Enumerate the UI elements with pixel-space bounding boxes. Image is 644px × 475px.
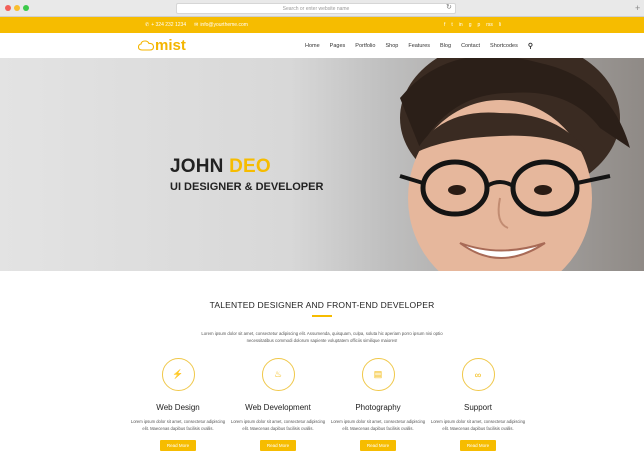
email-contact[interactable]: ✉ info@yourtheme.com (194, 22, 248, 28)
top-contact-bar: ✆ + 324 232 1234 ✉ info@yourtheme.com f … (0, 17, 644, 33)
read-more-button[interactable]: Read More (460, 440, 496, 451)
title-underline (312, 315, 332, 317)
nav-item-blog[interactable]: Blog (440, 43, 451, 49)
portrait-image (399, 58, 630, 271)
rocket-icon: ⚡ (161, 358, 195, 391)
section-description: Lorem ipsum dolor sit amet, consectetur … (201, 331, 443, 343)
service-card-web-design: ⚡ Web Design Lorem ipsum dolor sit amet,… (128, 358, 228, 451)
pinterest-icon[interactable]: p (477, 22, 480, 28)
service-title: Support (463, 403, 493, 412)
address-bar[interactable]: Search or enter website name (176, 3, 456, 14)
cloud-icon (138, 40, 154, 51)
hero-last-name: DEO (229, 156, 271, 177)
nav-item-features[interactable]: Features (408, 43, 430, 49)
fire-icon: ♨ (261, 358, 295, 391)
main-navigation: mist Home Pages Portfolio Shop Features … (0, 33, 644, 58)
contact-info: ✆ + 324 232 1234 ✉ info@yourtheme.com (145, 17, 248, 33)
intro-section: TALENTED DESIGNER AND FRONT-END DEVELOPE… (0, 271, 644, 475)
service-description: Lorem ipsum dolor sit amet, consectetur … (230, 419, 326, 431)
phone-icon: ✆ (145, 22, 150, 28)
maximize-window-button[interactable] (23, 5, 29, 11)
service-title: Web Development (245, 403, 311, 412)
hero-name: JOHN DEO (170, 156, 271, 178)
nav-item-shop[interactable]: Shop (385, 43, 398, 49)
service-card-support: ∞ Support Lorem ipsum dolor sit amet, co… (428, 358, 528, 451)
social-extra-icon[interactable]: li (499, 22, 501, 28)
reload-icon[interactable]: ↻ (446, 2, 452, 14)
envelope-icon: ✉ (194, 22, 199, 28)
site-logo[interactable]: mist (138, 37, 186, 54)
window-controls (5, 5, 29, 11)
hero-first-name: JOHN (170, 156, 224, 177)
service-description: Lorem ipsum dolor sit amet, consectetur … (430, 419, 526, 431)
minimize-window-button[interactable] (14, 5, 20, 11)
chat-icon: ▤ (361, 358, 395, 391)
nav-item-shortcodes[interactable]: Shortcodes (490, 43, 518, 49)
service-card-photography: ▤ Photography Lorem ipsum dolor sit amet… (328, 358, 428, 451)
service-description: Lorem ipsum dolor sit amet, consectetur … (330, 419, 426, 431)
section-title: TALENTED DESIGNER AND FRONT-END DEVELOPE… (209, 300, 435, 310)
facebook-icon[interactable]: f (444, 22, 445, 28)
nav-item-contact[interactable]: Contact (461, 43, 480, 49)
email-address[interactable]: info@yourtheme.com (200, 22, 248, 28)
nav-menu: Home Pages Portfolio Shop Features Blog … (305, 33, 533, 58)
service-title: Photography (355, 403, 401, 412)
close-window-button[interactable] (5, 5, 11, 11)
service-title: Web Design (156, 403, 200, 412)
read-more-button[interactable]: Read More (360, 440, 396, 451)
services-list: ⚡ Web Design Lorem ipsum dolor sit amet,… (128, 358, 528, 475)
google-icon[interactable]: g (469, 22, 472, 28)
social-links: f t in g p rss li (444, 17, 501, 33)
nav-item-home[interactable]: Home (305, 43, 320, 49)
twitter-icon[interactable]: t (451, 22, 452, 28)
read-more-button[interactable]: Read More (160, 440, 196, 451)
read-more-button[interactable]: Read More (260, 440, 296, 451)
nav-item-portfolio[interactable]: Portfolio (355, 43, 375, 49)
logo-text: mist (155, 37, 186, 54)
service-card-web-development: ♨ Web Development Lorem ipsum dolor sit … (228, 358, 328, 451)
service-description: Lorem ipsum dolor sit amet, consectetur … (130, 419, 226, 431)
hero-banner: JOHN DEO UI DESIGNER & DEVELOPER (0, 58, 644, 271)
link-icon: ∞ (461, 358, 495, 391)
hero-subtitle: UI DESIGNER & DEVELOPER (170, 181, 324, 193)
rss-icon[interactable]: rss (486, 22, 493, 28)
phone-number: + 324 232 1234 (151, 22, 187, 28)
new-tab-icon[interactable]: + (635, 1, 640, 15)
nav-item-pages[interactable]: Pages (330, 43, 346, 49)
browser-chrome: Search or enter website name ↻ + (0, 0, 644, 17)
linkedin-icon[interactable]: in (459, 22, 463, 28)
phone-contact: ✆ + 324 232 1234 (145, 22, 186, 28)
search-icon[interactable]: ⚲ (528, 42, 533, 50)
